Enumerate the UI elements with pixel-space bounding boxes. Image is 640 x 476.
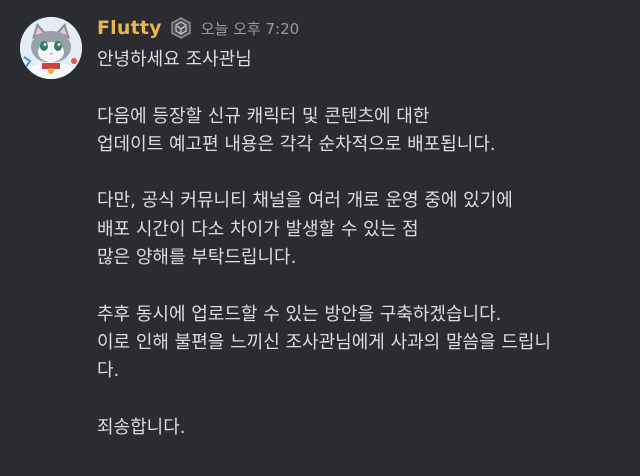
message-line: 업데이트 예고편 내용은 각각 순차적으로 배포됩니다. xyxy=(97,133,496,155)
message-line: 안녕하세요 조사관님 xyxy=(97,49,252,70)
message-header: Flutty 오늘 오후 7:20 xyxy=(97,15,299,41)
message-timestamp: 오늘 오후 7:20 xyxy=(200,19,300,38)
message-body: 안녕하세요 조사관님 다음에 등장할 신규 캐릭터 및 콘텐츠에 대한 업데이트… xyxy=(97,46,627,442)
message-line: 많은 양해를 부탁드립니다. xyxy=(97,247,297,269)
message-line: 다음에 등장할 신규 캐릭터 및 콘텐츠에 대한 xyxy=(97,105,430,127)
message-line xyxy=(97,159,627,187)
message-line xyxy=(97,74,627,102)
message-line: 다만, 공식 커뮤니티 채널을 여러 개로 운영 중에 있기에 xyxy=(97,190,513,212)
message-line: 배포 시간이 다소 차이가 발생할 수 있는 점 xyxy=(97,218,419,240)
message-line xyxy=(97,272,627,300)
avatar[interactable] xyxy=(20,17,82,79)
message-line: 죄송합니다. xyxy=(97,416,186,438)
message-line: 다. xyxy=(97,360,120,382)
message-line xyxy=(97,386,627,414)
message-line: 이로 인해 불편을 느끼신 조사관님에게 사과의 말씀을 드립니 xyxy=(97,331,552,353)
chat-message: Flutty 오늘 오후 7:20 안녕하세요 조사관님 다음에 등장할 신규 … xyxy=(0,0,640,476)
message-line: 추후 동시에 업로드할 수 있는 방안을 구축하겠습니다. xyxy=(97,303,502,325)
author-username[interactable]: Flutty xyxy=(97,17,162,39)
guild-emblem-icon[interactable] xyxy=(170,17,192,39)
